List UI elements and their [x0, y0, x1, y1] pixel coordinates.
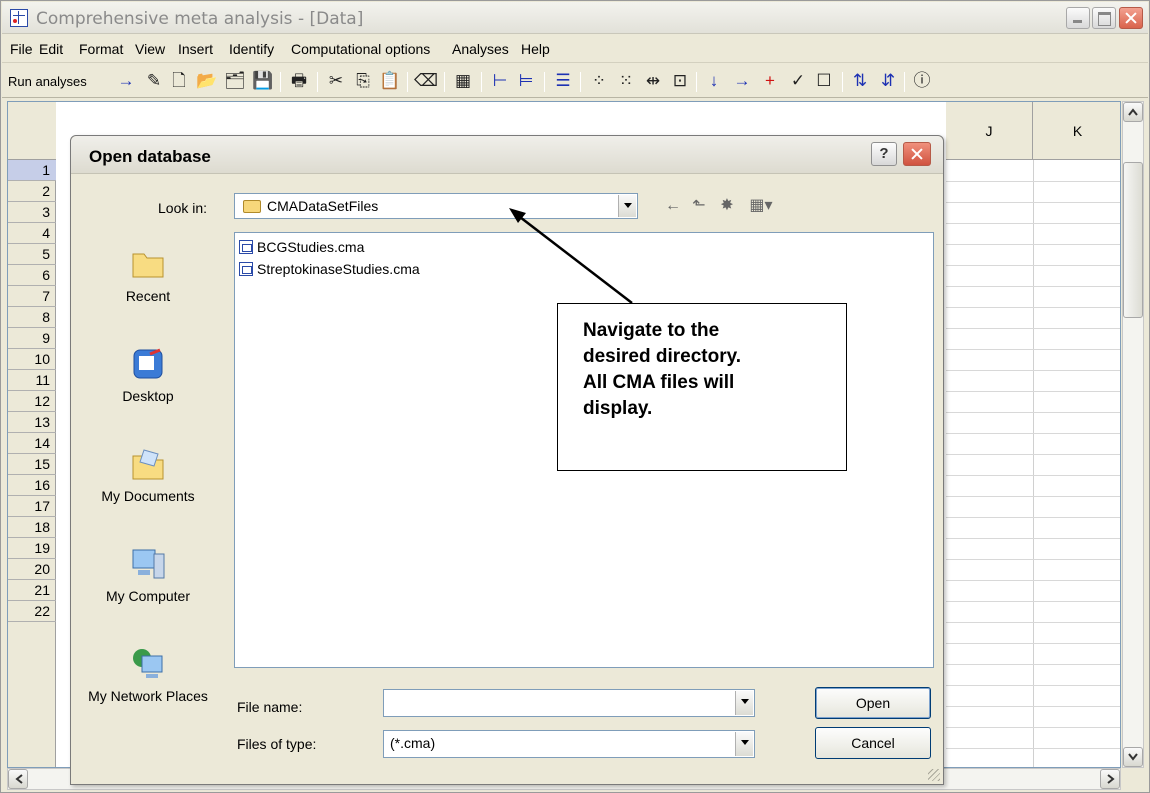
annotation-callout: Navigate to the desired directory. All C… [557, 303, 847, 471]
callout-text: Navigate to the desired directory. All C… [583, 320, 742, 419]
